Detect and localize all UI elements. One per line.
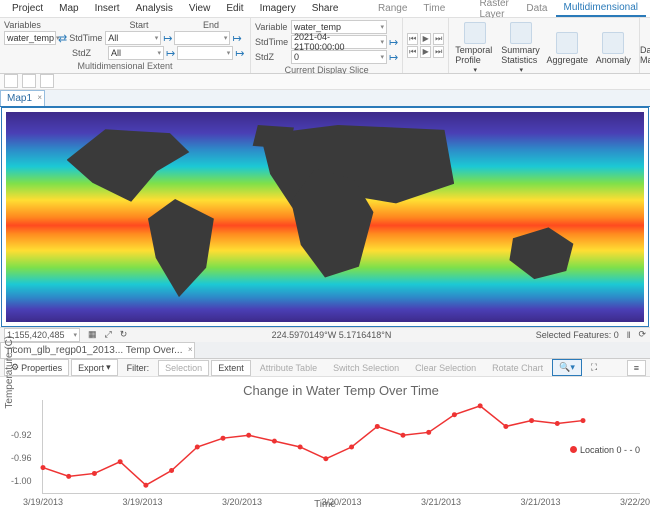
filter-selection-button[interactable]: Selection [158, 360, 209, 376]
selected-features: Selected Features: 0 [536, 330, 619, 340]
menu-bar: Project Map Insert Analysis View Edit Im… [0, 0, 650, 18]
stdz-label: StdZ [72, 48, 106, 58]
status-icon[interactable]: ▦ [88, 329, 97, 340]
end-stdz-select[interactable]: ▾ [177, 46, 233, 60]
play-z-button[interactable]: ▶ [420, 46, 431, 58]
group-extent-label: Multidimensional Extent [4, 61, 246, 71]
menu-range[interactable]: Range [370, 1, 415, 16]
close-icon[interactable]: × [188, 345, 193, 354]
chart-tab[interactable]: ncom_glb_regp01_2013... Temp Over...× [0, 342, 195, 358]
menu-data[interactable]: Data [518, 1, 555, 16]
filter-extent-button[interactable]: Extent [211, 360, 251, 376]
chart-area: Change in Water Temp Over Time Temperatu… [0, 377, 650, 512]
link-icon[interactable]: ↦ [235, 47, 244, 60]
switch-selection-button[interactable]: Switch Selection [326, 360, 406, 376]
zoom-tool-button[interactable]: 🔍▾ [552, 359, 582, 376]
step-fwd-button[interactable]: ⏭ [433, 33, 444, 45]
close-icon[interactable]: × [37, 93, 42, 102]
aggregate-icon [556, 32, 578, 54]
menu-edit[interactable]: Edit [218, 1, 251, 16]
slice-stdtime-label: StdTime [255, 37, 289, 47]
map-tab[interactable]: Map1× [0, 90, 45, 106]
full-extent-button[interactable]: ⛶ [584, 359, 604, 376]
summary-stats-button[interactable]: Summary Statistics▾ [499, 20, 543, 76]
play-button[interactable]: ▶ [420, 33, 431, 45]
link-icon[interactable]: ↦ [232, 32, 241, 45]
anomaly-icon [602, 32, 624, 54]
menu-multidimensional[interactable]: Multidimensional [556, 0, 646, 17]
coordinates: 224.5970149°W 5.1716418°N [272, 330, 392, 340]
chart-toolbar: ⚙Properties Export▾ Filter: Selection Ex… [0, 359, 650, 377]
quick-access-toolbar [0, 74, 650, 90]
step-back-z-button[interactable]: ⏮ [407, 46, 418, 58]
menu-view[interactable]: View [181, 1, 219, 16]
variables-label: Variables [4, 20, 46, 30]
export-button[interactable]: Export▾ [71, 359, 118, 376]
chart-title: Change in Water Temp Over Time [42, 383, 640, 398]
stdtime-label: StdTime [69, 33, 103, 43]
menu-imagery[interactable]: Imagery [252, 1, 304, 16]
status-icon[interactable]: ↻ [120, 329, 128, 340]
temporal-profile-button[interactable]: Temporal Profile▾ [453, 20, 497, 76]
slice-stdz-label: StdZ [255, 52, 289, 62]
menu-project[interactable]: Project [4, 1, 51, 16]
sync-icon[interactable]: ⇄ [58, 32, 67, 45]
filter-label: Filter: [120, 360, 157, 376]
menu-share[interactable]: Share [304, 1, 347, 16]
variables-select[interactable]: water_temp▾ [4, 31, 56, 45]
variable-label: Variable [255, 22, 289, 32]
chart-icon [464, 22, 486, 44]
end-label: End [176, 20, 246, 30]
aggregate-button[interactable]: Aggregate [545, 30, 589, 67]
status-icon[interactable]: ⤢ [105, 329, 112, 340]
step-fwd-z-button[interactable]: ⏭ [433, 46, 444, 58]
link-icon[interactable]: ↦ [166, 47, 175, 60]
anomaly-button[interactable]: Anomaly [591, 30, 635, 67]
map-statusbar: 1:155,420,485▾ ▦ ⤢ ↻ 224.5970149°W 5.171… [0, 327, 650, 343]
link-icon[interactable]: ↦ [389, 36, 398, 49]
qat-button-3[interactable] [40, 74, 54, 88]
plot-area[interactable]: -0.92-0.96-1.00 3/19/20133/19/20133/20/2… [42, 400, 640, 494]
map-tabstrip: Map1× [0, 90, 650, 107]
ribbon: Variables Start End water_temp▾ ⇄ StdTim… [0, 18, 650, 74]
start-label: Start [104, 20, 174, 30]
menu-insert[interactable]: Insert [87, 1, 128, 16]
stats-icon [510, 22, 532, 44]
link-icon[interactable]: ↦ [163, 32, 172, 45]
menu-analysis[interactable]: Analysis [128, 1, 181, 16]
rotate-chart-button[interactable]: Rotate Chart [485, 360, 550, 376]
start-stdz-select[interactable]: All▾ [108, 46, 164, 60]
legend-marker-icon [570, 446, 577, 453]
chart-tabstrip: ncom_glb_regp01_2013... Temp Over...× [0, 342, 650, 359]
refresh-icon[interactable]: ⟳ [638, 329, 646, 340]
menu-map[interactable]: Map [51, 1, 86, 16]
clear-selection-button[interactable]: Clear Selection [408, 360, 483, 376]
scale-select[interactable]: 1:155,420,485▾ [4, 328, 80, 342]
legend: Location 0 - - 0 [570, 445, 640, 455]
step-back-button[interactable]: ⏮ [407, 33, 418, 45]
slice-stdz-select[interactable]: 0▾ [291, 50, 387, 64]
qat-button-2[interactable] [22, 74, 36, 88]
slice-stdtime-select[interactable]: 2021-04-21T00:00:00▾ [291, 35, 387, 49]
map-view[interactable] [1, 107, 649, 327]
end-stdtime-select[interactable]: ▾ [174, 31, 230, 45]
line-series [43, 400, 640, 493]
start-stdtime-select[interactable]: All▾ [105, 31, 161, 45]
link-icon[interactable]: ↦ [389, 51, 398, 64]
qat-button-1[interactable] [4, 74, 18, 88]
menu-time[interactable]: Time [415, 1, 453, 16]
menu-button[interactable]: ≡ [627, 360, 646, 376]
data-mgmt-button[interactable]: Data Management▾ [644, 20, 650, 76]
pause-icon[interactable]: ‖ [627, 330, 631, 340]
y-axis-label: Temperature (C) [4, 335, 15, 408]
attribute-table-button[interactable]: Attribute Table [253, 360, 324, 376]
